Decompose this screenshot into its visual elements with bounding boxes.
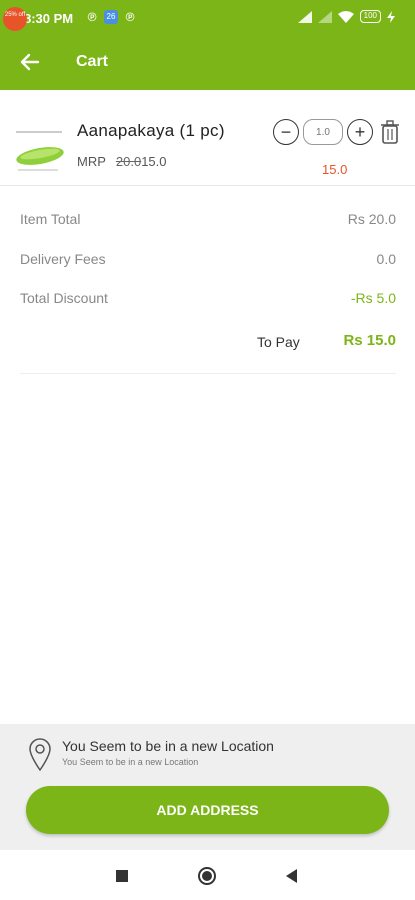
app-bar: Cart [0, 38, 415, 90]
delivery-fees-value: 0.0 [376, 251, 396, 267]
status-time: 8:30 PM [24, 11, 74, 26]
signal-icon [297, 10, 312, 23]
home-circle-icon[interactable] [197, 866, 217, 886]
bill-details: Item Total Rs 20.0 Delivery Fees 0.0 Tot… [20, 200, 396, 374]
location-subtitle: You Seem to be in a new Location [62, 757, 199, 767]
status-system-icons: 100 [297, 10, 395, 23]
system-nav-bar [0, 850, 415, 900]
product-name: Aanapakaya (1 pc) [77, 121, 225, 140]
p-icon: ℗ [125, 10, 135, 24]
signal-icon [317, 10, 332, 23]
status-bar: 8:30 PM ℗ 26 ℗ 100 [0, 0, 415, 38]
line-total: 15.0 [322, 162, 348, 177]
wifi-icon [337, 10, 354, 23]
location-panel: You Seem to be in a new Location You See… [0, 724, 415, 850]
to-pay-value: Rs 15.0 [343, 332, 396, 349]
to-pay-label: To Pay [257, 334, 300, 350]
item-total-value: Rs 20.0 [347, 211, 396, 227]
mrp-label: MRP [77, 154, 106, 169]
battery-icon: 100 [359, 10, 381, 23]
status-notification-icons: ℗ 26 ℗ [86, 10, 136, 24]
page-title: Cart [76, 53, 109, 70]
price-group: 20.015.0 [116, 154, 167, 169]
total-discount-row: Total Discount -Rs 5.0 [20, 290, 396, 306]
quantity-stepper: − + [273, 119, 401, 145]
delivery-fees-label: Delivery Fees [20, 251, 106, 267]
item-total-row: Item Total Rs 20.0 [20, 211, 396, 227]
recents-square-icon[interactable] [112, 866, 132, 886]
mrp-original-price: 20.0 [115, 154, 142, 169]
decrement-button[interactable]: − [273, 119, 299, 145]
total-discount-label: Total Discount [20, 290, 108, 306]
location-pin-icon [29, 738, 51, 771]
increment-button[interactable]: + [347, 119, 373, 145]
trash-icon[interactable] [379, 119, 401, 145]
location-title: You Seem to be in a new Location [62, 738, 274, 754]
add-address-button[interactable]: ADD ADDRESS [26, 786, 389, 834]
price-row: MRP 20.015.0 [77, 154, 167, 169]
product-image [6, 118, 66, 178]
back-triangle-icon[interactable] [282, 866, 302, 886]
total-discount-value: -Rs 5.0 [350, 290, 396, 306]
mrp-selling-price: 15.0 [141, 154, 167, 169]
p-icon: ℗ [87, 10, 97, 24]
app-badge-icon: 26 [104, 10, 118, 24]
charging-icon [387, 10, 395, 23]
delivery-fees-row: Delivery Fees 0.0 [20, 251, 396, 267]
item-total-label: Item Total [20, 211, 81, 227]
discount-badge: 25% off [3, 7, 27, 31]
arrow-left-icon[interactable] [18, 50, 42, 74]
quantity-input[interactable] [303, 119, 343, 145]
